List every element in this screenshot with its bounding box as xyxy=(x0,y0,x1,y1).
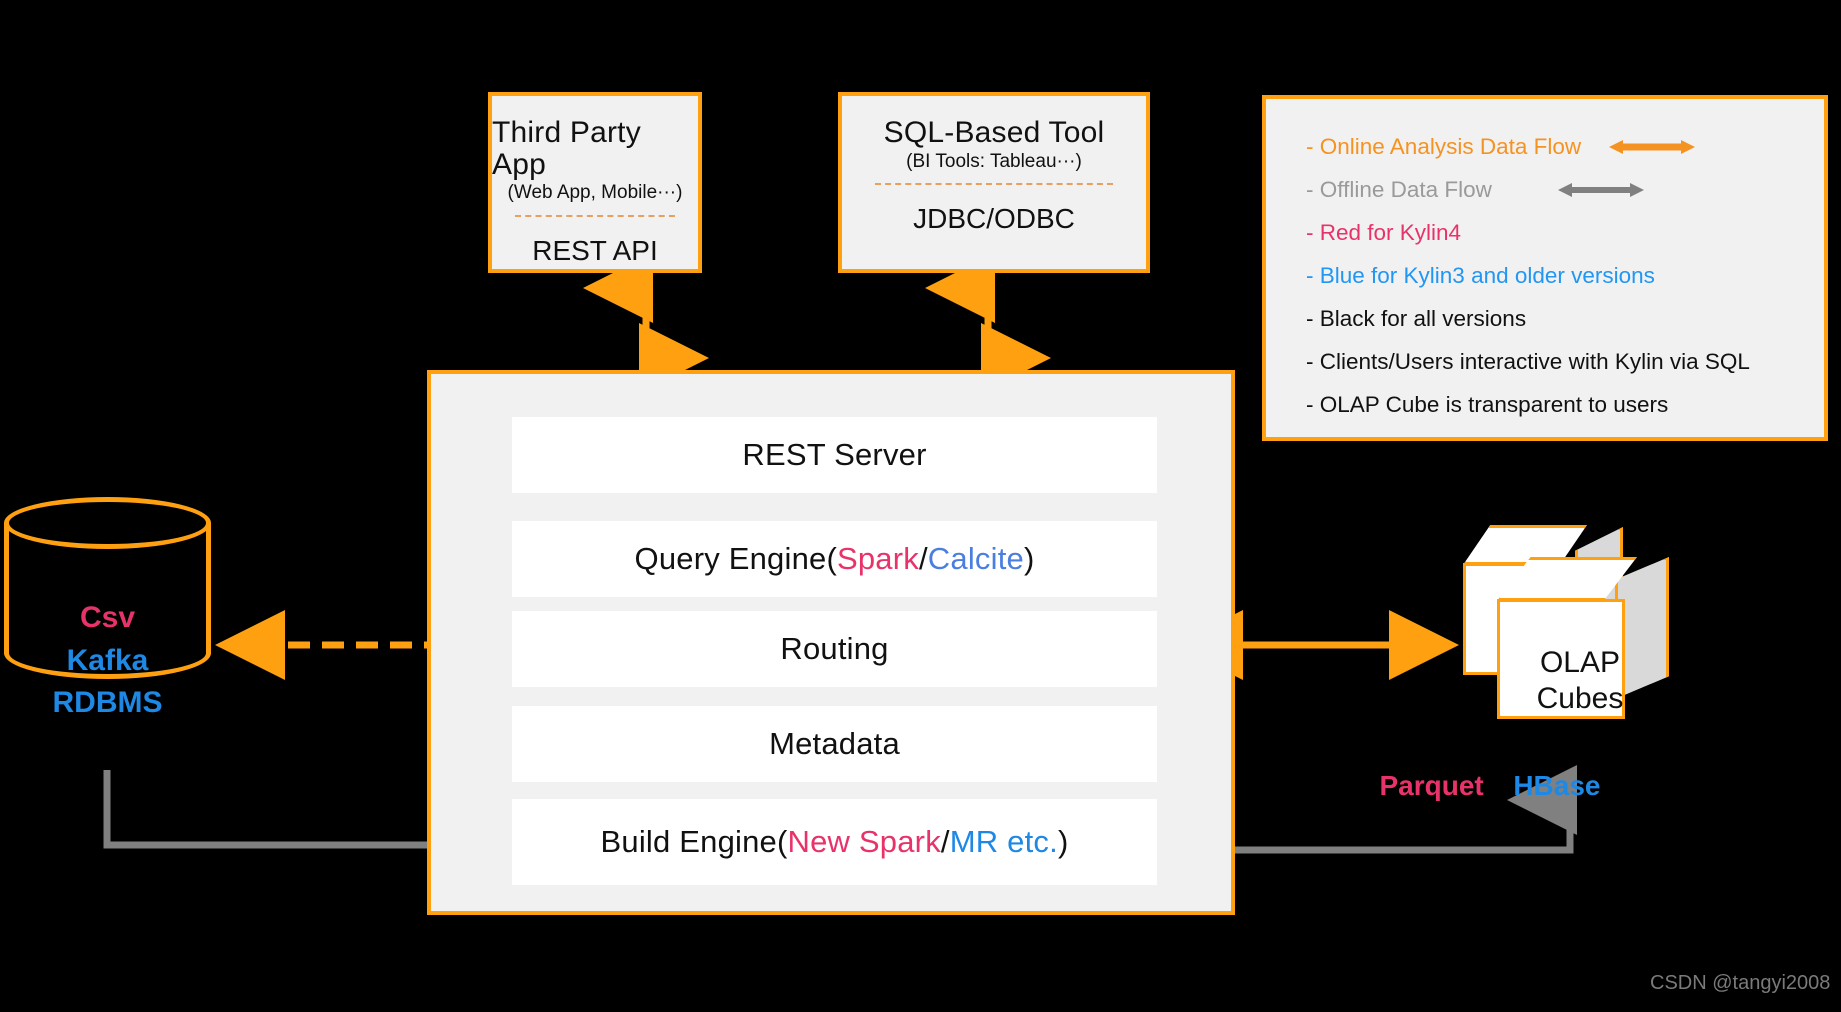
data-source-item-rdbms: RDBMS xyxy=(52,686,163,720)
legend-label: - Offline Data Flow xyxy=(1306,177,1492,202)
layer-metadata[interactable]: Metadata xyxy=(512,706,1157,782)
client-subtitle: (Web App, Mobile···) xyxy=(507,182,683,203)
divider-dashed xyxy=(514,214,676,217)
client-protocol: REST API xyxy=(532,234,658,266)
legend-row-red-for-kylin4: - Red for Kylin4 xyxy=(1306,220,1462,245)
data-source-labels: Csv Kafka RDBMS xyxy=(4,597,211,725)
legend-row-blue-for-kylin3: - Blue for Kylin3 and older versions xyxy=(1306,263,1655,288)
olap-cubes-label-line1: OLAP xyxy=(1539,646,1621,679)
client-subtitle: (BI Tools: Tableau···) xyxy=(906,150,1082,172)
storage-engine-parquet: Parquet xyxy=(1379,770,1484,801)
watermark: CSDN @tangyi2008 xyxy=(1650,972,1831,994)
layer-rest-server[interactable]: REST Server xyxy=(512,417,1157,493)
gray-double-arrow-icon xyxy=(1558,183,1645,197)
client-box-third-party-app[interactable]: Third Party App (Web App, Mobile···) RES… xyxy=(488,92,702,273)
layer-build-engine[interactable]: Build Engine(New Spark/MR etc.) xyxy=(512,799,1157,885)
layer-label: Routing xyxy=(780,631,889,666)
orange-double-arrow-icon xyxy=(1609,140,1696,154)
layer-label: REST Server xyxy=(742,437,927,472)
diagram-canvas: Third Party App (Web App, Mobile···) RES… xyxy=(0,0,1841,1012)
legend-box: - Online Analysis Data Flow - Offline Da… xyxy=(1262,95,1828,441)
client-title: SQL-Based Tool xyxy=(883,116,1105,149)
layer-label: Metadata xyxy=(769,726,900,761)
divider-dashed xyxy=(875,183,1113,186)
data-source-item-kafka: Kafka xyxy=(66,643,149,677)
layer-label: Query Engine(Spark/Calcite) xyxy=(634,541,1035,576)
olap-cubes-label: OLAP Cubes xyxy=(1490,645,1670,717)
kylin-core-container: REST Server Query Engine(Spark/Calcite) … xyxy=(427,370,1235,915)
layer-label: Build Engine(New Spark/MR etc.) xyxy=(600,824,1069,859)
legend-label: - Online Analysis Data Flow xyxy=(1306,134,1582,159)
layer-routing[interactable]: Routing xyxy=(512,611,1157,687)
storage-engine-hbase: HBase xyxy=(1513,770,1601,801)
storage-engines-label: Parquet HBase xyxy=(1360,770,1620,802)
legend-row-olap-cube-transparent: - OLAP Cube is transparent to users xyxy=(1306,392,1669,417)
olap-cubes-label-line2: Cubes xyxy=(1536,682,1624,715)
client-box-sql-based-tool[interactable]: SQL-Based Tool (BI Tools: Tableau···) JD… xyxy=(838,92,1150,273)
layer-query-engine[interactable]: Query Engine(Spark/Calcite) xyxy=(512,521,1157,597)
legend-row-offline-data-flow: - Offline Data Flow xyxy=(1306,168,1824,211)
cylinder-top-ellipse xyxy=(4,497,211,549)
legend-row-online-analysis-data-flow: - Online Analysis Data Flow xyxy=(1306,125,1824,168)
legend-row-clients-users-sql: - Clients/Users interactive with Kylin v… xyxy=(1306,349,1750,374)
client-title: Third Party App xyxy=(492,116,641,181)
client-protocol: JDBC/ODBC xyxy=(913,203,1075,235)
legend-row-black-for-all-versions: - Black for all versions xyxy=(1306,306,1527,331)
data-source-item-csv: Csv xyxy=(79,601,136,634)
